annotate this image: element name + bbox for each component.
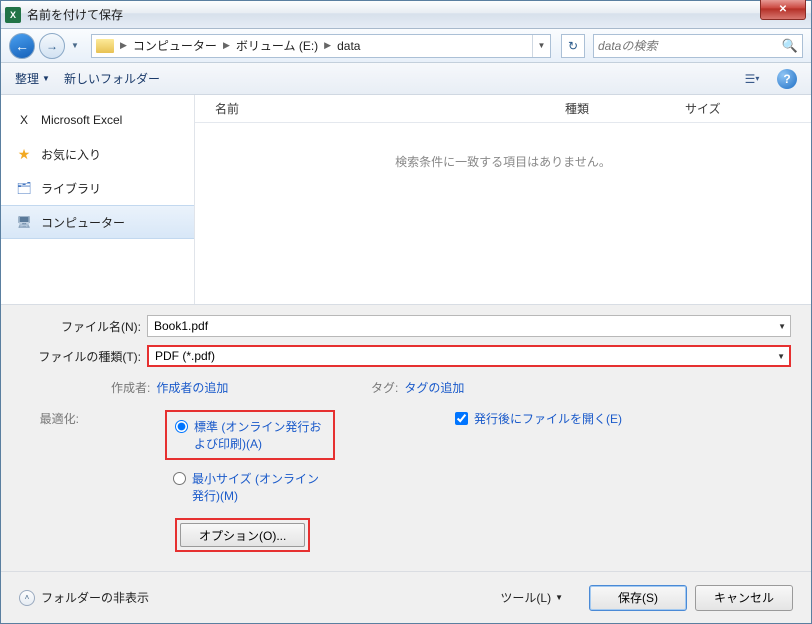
chevron-down-icon: ▼ [42,74,50,83]
save-as-dialog: X 名前を付けて保存 ✕ ← → ▼ ▶ コンピューター ▶ ボリューム (E:… [0,0,812,624]
search-input[interactable] [598,39,782,53]
empty-message: 検索条件に一致する項目はありません。 [195,153,811,170]
radio-minimum-label: 最小サイズ (オンライン発行)(M) [192,470,327,504]
chevron-up-icon: ˄ [19,590,35,606]
forward-button[interactable]: → [39,33,65,59]
crumb-volume[interactable]: ボリューム (E:) [232,37,322,54]
file-browser: X Microsoft Excel ★ お気に入り 🗂 ライブラリ 🖥 コンピュ… [1,95,811,305]
nav-bar: ← → ▼ ▶ コンピューター ▶ ボリューム (E:) ▶ data ▼ ↻ … [1,29,811,63]
breadcrumb-dropdown[interactable]: ▼ [532,35,550,57]
optimize-label: 最適化: [21,410,79,552]
filename-field[interactable]: ▼ [147,315,791,337]
add-author-link[interactable]: 作成者の追加 [156,379,228,396]
radio-standard[interactable]: 標準 (オンライン発行および印刷)(A) [175,416,325,454]
new-folder-button[interactable]: 新しいフォルダー [64,70,160,87]
metadata-row: 作成者: 作成者の追加 タグ: タグの追加 [21,375,791,406]
hide-folders-toggle[interactable]: ˄ フォルダーの非表示 [19,589,149,606]
view-mode-button[interactable]: ☰▾ [741,68,763,90]
radio-minimum[interactable]: 最小サイズ (オンライン発行)(M) [173,468,327,506]
toolbar: 整理 ▼ 新しいフォルダー ☰▾ ? [1,63,811,95]
chevron-right-icon[interactable]: ▶ [223,40,230,51]
sidebar-item-label: Microsoft Excel [41,113,122,127]
chevron-down-icon: ▼ [555,593,563,602]
filename-input[interactable] [154,319,784,333]
organize-label: 整理 [15,70,39,87]
tools-label: ツール(L) [500,589,551,606]
tag-label: タグ: [371,379,398,396]
sidebar-item-label: コンピューター [41,214,125,231]
author-label: 作成者: [111,379,150,396]
radio-standard-label: 標準 (オンライン発行および印刷)(A) [194,418,325,452]
crumb-folder[interactable]: data [333,39,364,53]
chevron-down-icon[interactable]: ▼ [778,322,786,331]
save-button[interactable]: 保存(S) [589,585,687,611]
sidebar-item-favorites[interactable]: ★ お気に入り [1,137,194,171]
radio-standard-input[interactable] [175,420,188,433]
radio-minimum-input[interactable] [173,472,186,485]
options-highlight: オプション(O)... [175,518,310,552]
file-list-pane: 名前 種類 サイズ 検索条件に一致する項目はありません。 [195,95,811,304]
cancel-button[interactable]: キャンセル [695,585,793,611]
organize-menu[interactable]: 整理 ▼ [15,70,50,87]
window-title: 名前を付けて保存 [27,6,123,23]
search-icon[interactable]: 🔍 [782,38,798,54]
optimize-section: 最適化: 標準 (オンライン発行および印刷)(A) 最小サイズ (オンライン発行… [21,406,791,552]
refresh-button[interactable]: ↻ [561,34,585,58]
nav-history-dropdown[interactable]: ▼ [69,35,81,57]
filename-row: ファイル名(N): ▼ [21,315,791,337]
sidebar-item-libraries[interactable]: 🗂 ライブラリ [1,171,194,205]
open-after-label: 発行後にファイルを開く(E) [474,410,622,427]
filetype-label: ファイルの種類(T): [21,348,141,365]
close-button[interactable]: ✕ [760,0,806,20]
footer: ˄ フォルダーの非表示 ツール(L) ▼ 保存(S) キャンセル [1,571,811,623]
sidebar-item-label: ライブラリ [41,180,101,197]
open-after-checkbox[interactable]: 発行後にファイルを開く(E) [455,410,685,427]
col-size[interactable]: サイズ [665,100,741,117]
crumb-computer[interactable]: コンピューター [129,37,221,54]
sidebar-item-label: お気に入り [41,146,101,163]
help-button[interactable]: ? [777,69,797,89]
filetype-value: PDF (*.pdf) [155,349,215,363]
excel-icon: X [15,112,33,128]
search-box[interactable]: 🔍 [593,34,803,58]
folder-icon [96,39,114,53]
chevron-right-icon[interactable]: ▶ [324,40,331,51]
chevron-down-icon[interactable]: ▼ [777,352,785,361]
tools-menu[interactable]: ツール(L) ▼ [500,589,563,606]
hide-folders-label: フォルダーの非表示 [41,589,149,606]
filetype-combobox[interactable]: PDF (*.pdf) ▼ [147,345,791,367]
sidebar: X Microsoft Excel ★ お気に入り 🗂 ライブラリ 🖥 コンピュ… [1,95,195,304]
breadcrumb-bar[interactable]: ▶ コンピューター ▶ ボリューム (E:) ▶ data ▼ [91,34,551,58]
col-name[interactable]: 名前 [195,100,545,117]
col-type[interactable]: 種類 [545,100,665,117]
open-after-input[interactable] [455,412,468,425]
filename-label: ファイル名(N): [21,318,141,335]
sidebar-item-excel[interactable]: X Microsoft Excel [1,103,194,137]
optimize-standard-group: 標準 (オンライン発行および印刷)(A) [165,410,335,460]
add-tag-link[interactable]: タグの追加 [404,379,464,396]
back-button[interactable]: ← [9,33,35,59]
chevron-right-icon[interactable]: ▶ [120,40,127,51]
star-icon: ★ [15,146,33,162]
computer-icon: 🖥 [15,214,33,230]
filetype-row: ファイルの種類(T): PDF (*.pdf) ▼ [21,345,791,367]
lower-panel: ファイル名(N): ▼ ファイルの種類(T): PDF (*.pdf) ▼ 作成… [1,305,811,566]
options-button[interactable]: オプション(O)... [180,523,305,547]
excel-icon: X [5,7,21,23]
library-icon: 🗂 [15,180,33,196]
titlebar: X 名前を付けて保存 ✕ [1,1,811,29]
sidebar-item-computer[interactable]: 🖥 コンピューター [1,205,194,239]
column-headers: 名前 種類 サイズ [195,95,811,123]
